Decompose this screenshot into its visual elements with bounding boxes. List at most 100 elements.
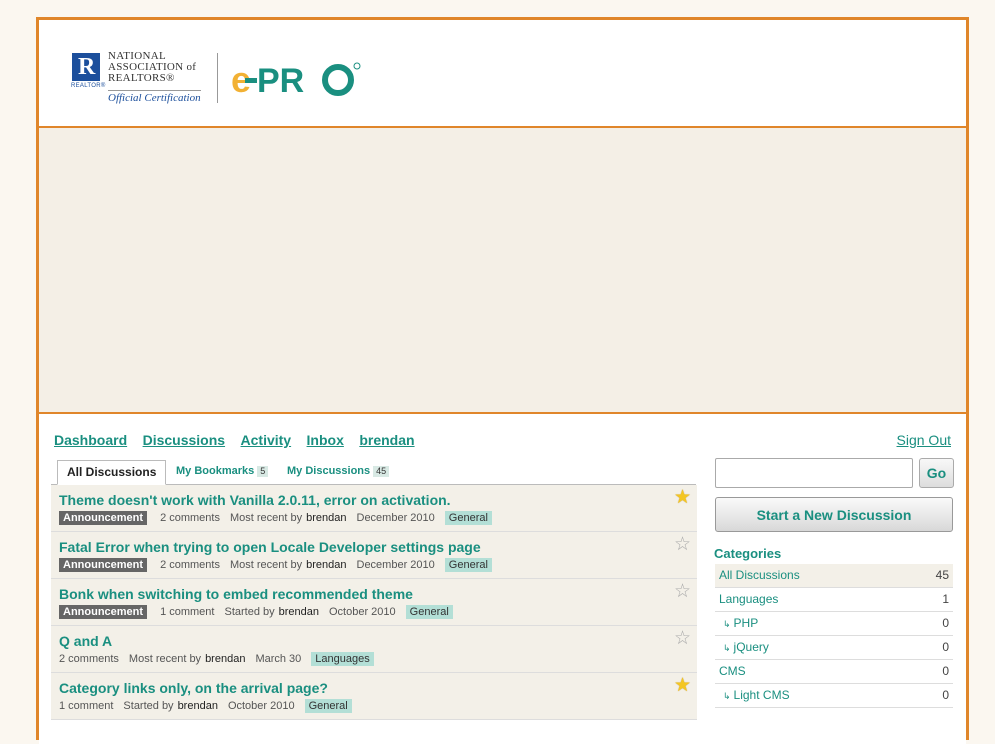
categories-heading: Categories [714,546,782,561]
discussion-tabs: All Discussions My Bookmarks 5 My Discuss… [51,460,696,485]
discussion-row[interactable]: Q and A 2 comments Most recent by brendan Ma… [51,626,697,673]
discussion-row[interactable]: Fatal Error when trying to open Locale D… [51,532,697,579]
search-input[interactable] [715,458,913,488]
discussion-row[interactable]: Theme doesn't work with Vanilla 2.0.11, … [51,485,697,532]
activity-label: Started by [224,606,275,618]
discussion-meta: 1 comment Started by brendan October 2010 Ge… [59,699,352,713]
site-header: R REALTOR® NATIONAL ASSOCIATION of REALT… [39,20,966,128]
nav-dashboard[interactable]: Dashboard [54,432,127,448]
category-item[interactable]: All Discussions 45 [715,564,953,588]
nav-discussions[interactable]: Discussions [143,432,225,448]
nav-activity[interactable]: Activity [241,432,292,448]
realtor-r-logo: R [72,53,100,81]
tab-label: My Discussions [287,465,371,477]
discussion-title[interactable]: Category links only, on the arrival page… [59,680,328,696]
nar-logo-text: NATIONAL ASSOCIATION of REALTORS® [108,51,196,84]
discussion-list: Theme doesn't work with Vanilla 2.0.11, … [51,485,697,720]
category-label: Light CMS [733,688,790,702]
discussion-title[interactable]: Theme doesn't work with Vanilla 2.0.11, … [59,492,451,508]
category-item[interactable]: ↳ Light CMS 0 [715,684,953,708]
tab-label: My Bookmarks [176,465,255,477]
bookmark-star-icon[interactable]: ☆ [674,629,691,648]
sub-arrow-icon: ↳ [723,691,731,701]
banner-area [39,128,966,414]
author-link[interactable]: brendan [205,653,245,665]
bookmark-star-icon[interactable]: ★ [674,488,691,507]
search-go-button[interactable]: Go [919,458,954,488]
author-link[interactable]: brendan [178,700,218,712]
announcement-badge: Announcement [59,605,148,619]
tab-count-badge: 5 [257,466,269,477]
category-badge[interactable]: General [405,605,453,619]
category-count: 0 [942,688,949,702]
category-badge[interactable]: Languages [311,652,374,666]
discussion-meta: 2 comments Most recent by brendan March 30 L… [59,652,374,666]
category-list: All Discussions 45 Languages 1 ↳ PHP 0 ↳ jQuery 0… [715,564,953,708]
comment-count: 2 comments [59,653,119,665]
sign-out-link[interactable]: Sign Out [897,432,951,448]
category-name[interactable]: All Discussions [719,564,800,587]
author-link[interactable]: brendan [306,512,346,524]
category-label: PHP [733,616,759,630]
tab-all-discussions[interactable]: All Discussions [57,460,167,485]
category-label: jQuery [733,640,769,654]
official-certification: Official Certification [108,90,201,104]
discussion-title[interactable]: Bonk when switching to embed recommended… [59,586,413,602]
comment-count: 2 comments [160,512,220,524]
sub-arrow-icon: ↳ [723,619,731,629]
nav-profile[interactable]: brendan [359,432,414,448]
category-name[interactable]: CMS [719,660,746,683]
page-frame: R REALTOR® NATIONAL ASSOCIATION of REALT… [36,17,969,744]
last-date: October 2010 [329,606,396,618]
bookmark-star-icon[interactable]: ☆ [674,535,691,554]
category-name[interactable]: Languages [719,588,778,611]
discussion-row[interactable]: Bonk when switching to embed recommended… [51,579,697,626]
activity-label: Most recent by [229,559,303,571]
category-label: All Discussions [719,568,800,582]
discussion-title[interactable]: Q and A [59,633,112,649]
activity-label: Most recent by [229,512,303,524]
discussion-meta: Announcement 2 comments Most recent by bren… [59,558,492,572]
tab-label: All Discussions [67,465,157,479]
category-item[interactable]: Languages 1 [715,588,953,612]
tab-my-bookmarks[interactable]: My Bookmarks 5 [176,460,269,483]
category-name[interactable]: ↳ PHP [723,612,758,636]
category-badge[interactable]: General [304,699,352,713]
last-date: December 2010 [356,559,435,571]
author-link[interactable]: brendan [279,606,319,618]
category-name[interactable]: ↳ jQuery [723,636,769,660]
comment-count: 2 comments [160,559,220,571]
category-count: 0 [942,616,949,630]
activity-label: Most recent by [128,653,202,665]
last-date: March 30 [255,653,302,665]
nav-inbox[interactable]: Inbox [307,432,344,448]
author-link[interactable]: brendan [306,559,346,571]
tab-my-discussions[interactable]: My Discussions 45 [287,460,390,483]
main-nav: Dashboard Discussions Activity Inbox bre… [54,432,426,450]
tab-count-badge: 45 [373,466,390,477]
category-name[interactable]: ↳ Light CMS [723,684,790,708]
start-new-discussion-button[interactable]: Start a New Discussion [715,497,953,532]
category-count: 0 [942,640,949,654]
category-item[interactable]: CMS 0 [715,660,953,684]
comment-count: 1 comment [59,700,114,712]
announcement-badge: Announcement [59,511,148,525]
nar-line-3: REALTORS® [108,72,175,84]
epro-logo: e PR [231,59,361,98]
discussion-meta: Announcement 1 comment Started by brendan Oc… [59,605,453,619]
activity-label: Started by [123,700,174,712]
bookmark-star-icon[interactable]: ★ [674,676,691,695]
bookmark-star-icon[interactable]: ☆ [674,582,691,601]
comment-count: 1 comment [160,606,215,618]
category-item[interactable]: ↳ PHP 0 [715,612,953,636]
category-label: CMS [719,664,746,678]
discussion-row[interactable]: Category links only, on the arrival page… [51,673,697,720]
category-badge[interactable]: General [444,558,492,572]
category-badge[interactable]: General [444,511,492,525]
discussion-title[interactable]: Fatal Error when trying to open Locale D… [59,539,481,555]
category-count: 0 [942,664,949,678]
main-content: Dashboard Discussions Activity Inbox bre… [39,414,966,744]
category-item[interactable]: ↳ jQuery 0 [715,636,953,660]
last-date: October 2010 [227,700,295,712]
realtor-mark: REALTOR® [71,83,106,89]
